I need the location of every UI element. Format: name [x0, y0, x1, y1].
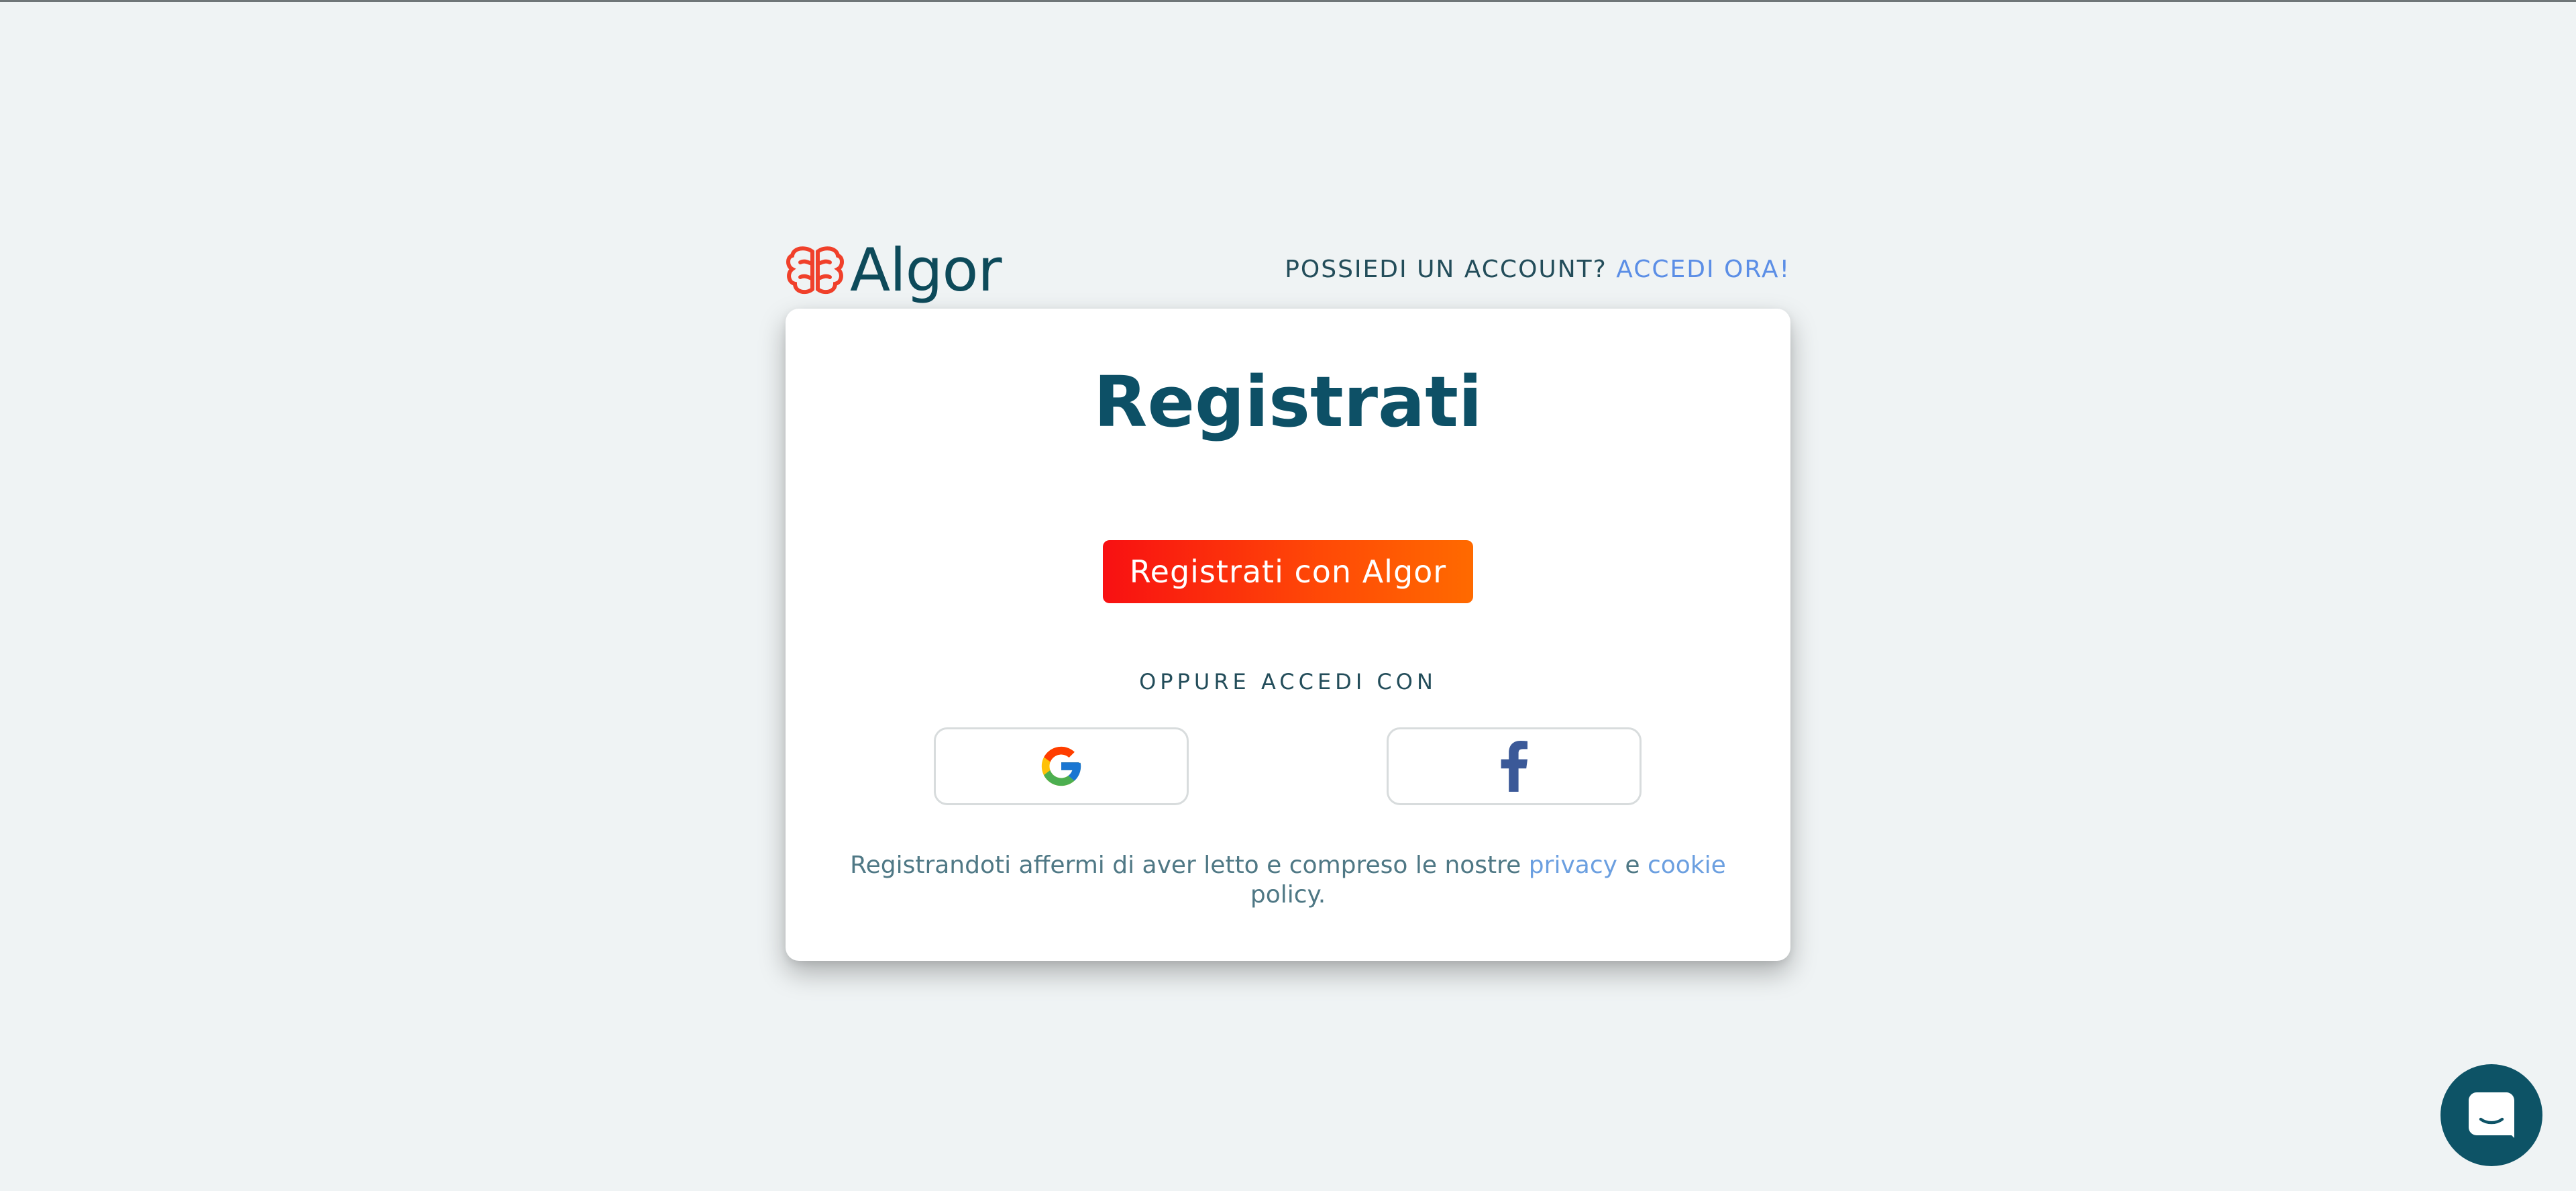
legal-notice: Registrandoti affermi di aver letto e co…: [846, 851, 1730, 910]
google-icon: [1041, 746, 1081, 786]
account-question: POSSIEDI UN ACCOUNT?: [1285, 256, 1607, 283]
logo[interactable]: Algor: [786, 237, 1002, 304]
legal-conj: e: [1625, 851, 1640, 879]
logo-text: Algor: [850, 236, 1002, 305]
legal-prefix: Registrandoti affermi di aver letto e co…: [850, 851, 1521, 879]
login-link[interactable]: ACCEDI ORA!: [1616, 256, 1790, 283]
facebook-login-button[interactable]: [1387, 727, 1642, 805]
algor-brain-icon: [786, 246, 844, 295]
privacy-link[interactable]: privacy: [1529, 851, 1617, 879]
google-login-button[interactable]: [934, 727, 1189, 805]
legal-policy: policy.: [1250, 881, 1326, 909]
account-prompt: POSSIEDI UN ACCOUNT? ACCEDI ORA!: [1285, 256, 1790, 283]
chat-bubble-icon: [2469, 1092, 2514, 1138]
or-login-with-label: OPPURE ACCEDI CON: [1139, 669, 1437, 694]
header-row: Algor POSSIEDI UN ACCOUNT? ACCEDI ORA!: [786, 237, 1790, 304]
chat-launcher-button[interactable]: [2440, 1064, 2542, 1166]
page-title: Registrati: [1093, 361, 1483, 443]
facebook-icon: [1501, 741, 1527, 792]
cookie-link[interactable]: cookie: [1648, 851, 1726, 879]
signup-card: Registrati Registrati con Algor OPPURE A…: [786, 309, 1790, 961]
register-with-algor-button[interactable]: Registrati con Algor: [1103, 540, 1473, 603]
